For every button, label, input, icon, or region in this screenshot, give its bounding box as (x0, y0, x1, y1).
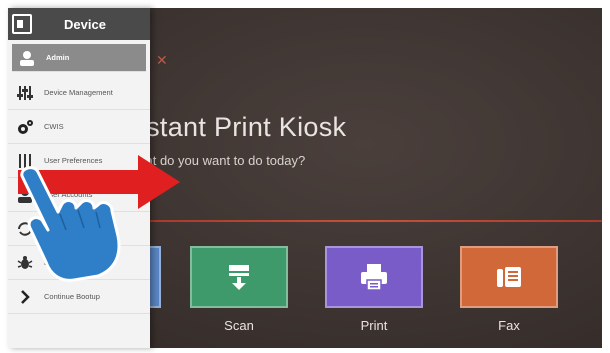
fax-icon (497, 267, 521, 287)
sidebar-item-user-accounts[interactable]: User Accounts (8, 178, 150, 212)
sidebar-item-label: Diagnostics (44, 258, 83, 267)
sidebar-item-user-preferences[interactable]: User Preferences (8, 144, 150, 178)
users-icon (16, 186, 34, 204)
sidebar-item-continue-bootup[interactable]: Continue Bootup (8, 280, 150, 314)
sidebar-item-admin[interactable]: Admin (12, 44, 146, 72)
sidebar-title: Device (64, 16, 106, 32)
print-label: Print (360, 318, 388, 333)
sliders-icon (16, 84, 34, 102)
divider (148, 220, 602, 222)
sidebar-item-label: CWIS (44, 122, 64, 131)
scan-icon (229, 265, 249, 290)
sidebar-item-label: Admin (46, 53, 70, 62)
printer-icon (361, 264, 387, 291)
bug-icon (16, 254, 34, 272)
chevron-right-icon (16, 288, 34, 306)
fax-label: Fax (498, 318, 520, 333)
sidebar-item-software-updates[interactable]: Software Updates (8, 212, 150, 246)
sidebar-item-label: Device Management (44, 88, 113, 97)
user-icon (18, 49, 36, 67)
scan-tile[interactable] (190, 246, 288, 308)
fax-tile[interactable] (460, 246, 558, 308)
sidebar-item-label: User Preferences (44, 156, 103, 165)
sidebar-item-device-management[interactable]: Device Management (8, 76, 150, 110)
sidebar-item-label: User Accounts (44, 190, 93, 199)
sidebar-item-cwis[interactable]: CWIS (8, 110, 150, 144)
sidebar-item-diagnostics[interactable]: Diagnostics (8, 246, 150, 280)
gears-icon (16, 118, 34, 136)
print-tile[interactable] (325, 246, 423, 308)
page-title: Instant Print Kiosk (123, 112, 347, 142)
back-icon[interactable] (12, 14, 32, 34)
page-subtitle: What do you want to do today? (126, 153, 306, 168)
brand-logo: ✕ (156, 52, 168, 68)
sidebar-item-label: Continue Bootup (44, 292, 100, 301)
device-sidebar: Device Admin Device Management CWIS User… (8, 8, 150, 348)
sidebar-item-label: Software Updates (44, 224, 104, 233)
refresh-icon (16, 220, 34, 238)
scan-label: Scan (224, 318, 254, 333)
sliders-icon (16, 152, 34, 170)
sidebar-header: Device (8, 8, 150, 40)
